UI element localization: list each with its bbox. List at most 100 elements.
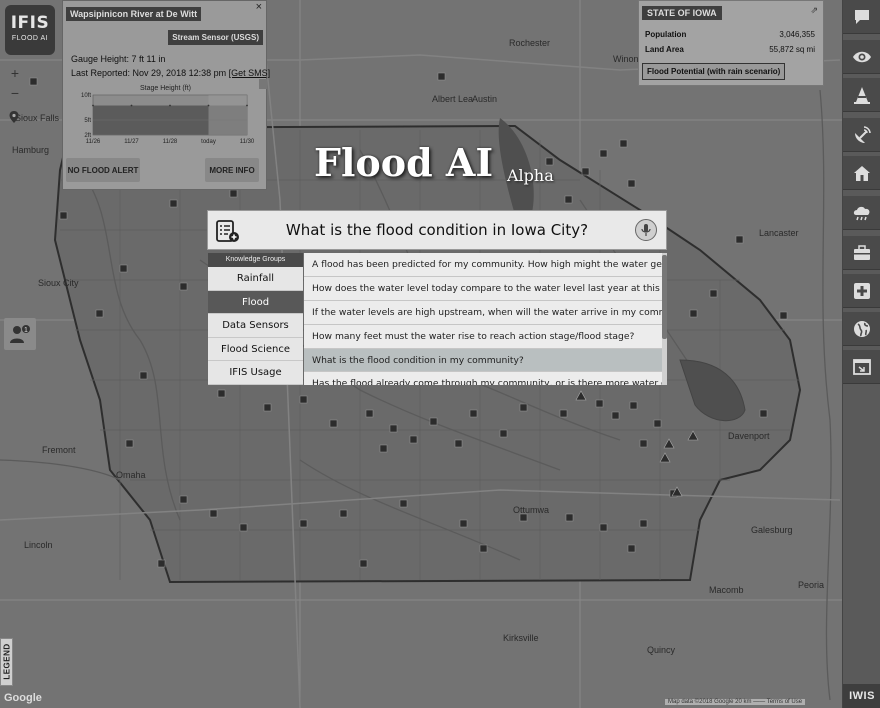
globe-button[interactable] [843, 312, 880, 346]
community-home-button[interactable] [843, 156, 880, 190]
right-toolbar: IWIS [842, 0, 880, 708]
warning-button[interactable] [843, 78, 880, 112]
city-label: Quincy [647, 645, 676, 655]
visibility-button[interactable] [843, 40, 880, 74]
google-logo: Google [4, 692, 42, 704]
globe-icon [854, 320, 870, 337]
microphone-icon [641, 224, 651, 236]
question-list-icon[interactable] [216, 219, 240, 243]
location-pin-icon[interactable] [7, 110, 21, 124]
question-item[interactable]: How many feet must the water rise to rea… [304, 325, 662, 349]
city-label: Rochester [509, 38, 551, 48]
last-reported-text: Last Reported: Nov 29, 2018 12:38 pm [71, 68, 227, 78]
population-value: 3,046,355 [779, 30, 815, 39]
y-tick-label: 10ft [81, 93, 91, 99]
knowledge-group-ifis-usage[interactable]: IFIS Usage [208, 361, 303, 385]
emergency-button[interactable] [843, 274, 880, 308]
question-list: A flood has been predicted for my commun… [304, 253, 662, 385]
land-area-row: Land Area 55,872 sq mi [645, 45, 815, 54]
stage-height-point [207, 104, 210, 107]
stage-height-chart: 10ft5ft2ft11/26 11/27 11/28 today 11/30 [81, 93, 255, 145]
medical-cross-icon [854, 282, 870, 299]
gauge-popup: Wapsipinicon River at De Witt × Stream S… [62, 0, 270, 190]
knowledge-group-flood[interactable]: Flood [208, 290, 303, 314]
iwis-brand[interactable]: IWIS [843, 684, 880, 708]
toolbox-icon [854, 244, 870, 260]
city-label: Macomb [709, 585, 744, 595]
city-label: Ottumwa [513, 505, 550, 515]
state-info-panel: STATE OF IOWA ⇗ Population 3,046,355 Lan… [638, 0, 824, 86]
land-area-label: Land Area [645, 45, 684, 54]
city-label: Galesburg [751, 525, 793, 535]
microphone-button[interactable] [635, 219, 657, 241]
logo-subtext: FLOOD AI [11, 35, 49, 42]
x-tick-label: today [201, 139, 216, 145]
get-sms-link[interactable]: [Get SMS] [229, 68, 271, 78]
ifis-logo[interactable]: IFIS FLOOD AI [5, 5, 55, 55]
no-flood-alert-button[interactable]: NO FLOOD ALERT [66, 158, 140, 182]
gauge-title: Wapsipinicon River at De Witt [66, 7, 202, 21]
knowledge-groups-panel: Knowledge Groups Rainfall Flood Data Sen… [208, 253, 303, 385]
stage-height-point [130, 104, 133, 107]
population-label: Population [645, 30, 687, 39]
city-label: Lincoln [24, 540, 53, 550]
stage-height-point [92, 104, 94, 107]
state-title: STATE OF IOWA [642, 6, 722, 20]
chat-button[interactable] [843, 0, 880, 34]
question-item[interactable]: How does the water level today compare t… [304, 277, 662, 301]
city-label: Sioux City [38, 278, 79, 288]
svg-text:1: 1 [24, 327, 28, 334]
city-label: Sioux Falls [15, 113, 60, 123]
land-area-value: 55,872 sq mi [769, 45, 815, 54]
chat-icon [855, 9, 869, 24]
warning-cone-icon [854, 86, 870, 104]
stage-height-point [169, 104, 171, 107]
y-tick-label: 5ft [84, 118, 91, 124]
scrollbar-thumb[interactable] [662, 255, 667, 339]
question-scrollbar[interactable] [662, 253, 667, 385]
x-tick-label: 11/28 [163, 139, 178, 145]
external-window-icon [853, 358, 871, 375]
knowledge-groups-header: Knowledge Groups [208, 253, 303, 267]
close-icon[interactable]: × [256, 1, 262, 13]
city-label: Peoria [798, 580, 825, 590]
city-label: Albert Lea [432, 94, 474, 104]
question-item[interactable]: If the water levels are high upstream, w… [304, 301, 662, 325]
city-label: Davenport [728, 431, 770, 441]
map-attribution[interactable]: Map data ©2018 Google 20 km —— Terms of … [665, 699, 806, 705]
query-bar[interactable]: What is the flood condition in Iowa City… [207, 210, 667, 250]
external-link-icon[interactable]: ⇗ [810, 5, 818, 16]
city-label: Fremont [42, 445, 76, 455]
legend-tab[interactable]: LEGEND [0, 638, 13, 686]
city-label: Lancaster [759, 228, 799, 238]
question-item-selected[interactable]: What is the flood condition in my commun… [304, 348, 662, 373]
more-info-button[interactable]: MORE INFO [205, 158, 259, 182]
zoom-in-button[interactable]: + [5, 64, 25, 83]
zoom-out-button[interactable]: − [5, 84, 25, 103]
community-button[interactable]: 1 [4, 318, 36, 350]
x-tick-label: 11/27 [124, 139, 139, 145]
city-label: Hamburg [12, 145, 50, 155]
sensor-type-badge: Stream Sensor (USGS) [168, 30, 263, 45]
flood-ai-subtitle: Alpha [507, 166, 554, 185]
question-item[interactable]: Has the flood already come through my co… [304, 372, 662, 385]
open-window-button[interactable] [843, 350, 880, 384]
flood-ai-title: Flood AI [314, 140, 494, 185]
x-tick-label: 11/30 [240, 139, 255, 145]
rain-cloud-icon [853, 206, 870, 220]
query-text[interactable]: What is the flood condition in Iowa City… [248, 221, 626, 239]
person-alert-icon: 1 [10, 325, 30, 343]
tools-button[interactable] [843, 236, 880, 270]
city-label: Omaha [116, 470, 146, 480]
flood-potential-button[interactable]: Flood Potential (with rain scenario) [642, 63, 786, 80]
knowledge-group-rainfall[interactable]: Rainfall [208, 267, 303, 291]
house-icon [854, 165, 870, 181]
satellite-button[interactable] [843, 118, 880, 152]
stage-height-point [246, 104, 248, 107]
question-item[interactable]: A flood has been predicted for my commun… [304, 253, 662, 277]
rainfall-button[interactable] [843, 196, 880, 230]
forecast-region [208, 95, 247, 135]
knowledge-group-flood-science[interactable]: Flood Science [208, 338, 303, 361]
knowledge-group-data-sensors[interactable]: Data Sensors [208, 314, 303, 338]
population-row: Population 3,046,355 [645, 30, 815, 39]
